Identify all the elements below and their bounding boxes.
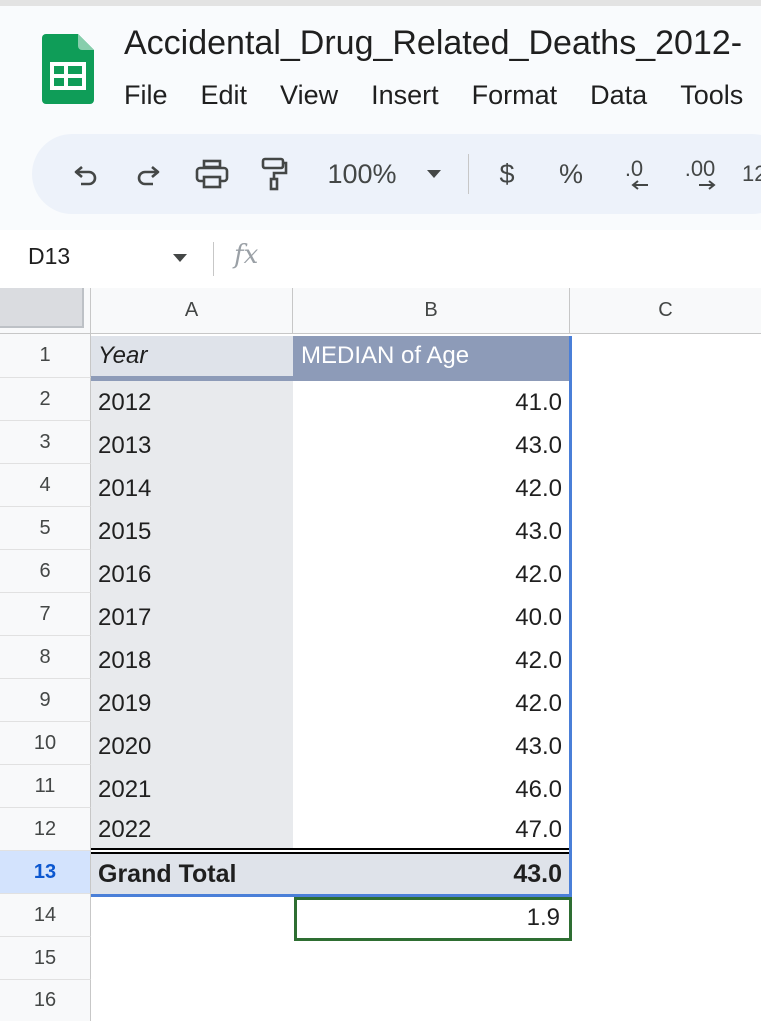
column-header-b[interactable]: B	[293, 288, 570, 334]
currency-format-button[interactable]: $	[492, 134, 522, 214]
pivot-year-cell[interactable]: 2021	[91, 768, 293, 811]
row-header-13[interactable]: 13	[0, 851, 91, 894]
pivot-median-cell[interactable]: 43.0	[293, 725, 570, 768]
row-header-15[interactable]: 15	[0, 937, 91, 980]
column-header-c[interactable]: C	[570, 288, 761, 334]
redo-icon	[137, 166, 160, 186]
menu-bar: File Edit View Insert Format Data Tools	[124, 80, 761, 112]
menu-view[interactable]: View	[280, 80, 338, 112]
total-rule-top	[91, 848, 569, 850]
column-header-a[interactable]: A	[91, 288, 293, 334]
row-header-12[interactable]: 12	[0, 808, 91, 851]
undo-button[interactable]	[66, 134, 106, 214]
fx-icon: fx	[234, 240, 259, 270]
formula-bar: D13	[0, 230, 761, 288]
arrow-left-icon	[631, 180, 648, 190]
toolbar-divider	[468, 154, 469, 194]
decrease-decimal-button[interactable]: .0	[616, 134, 652, 214]
paint-format-icon	[261, 157, 288, 191]
cell-b14[interactable]: 1.9	[294, 897, 560, 938]
pivot-median-cell[interactable]: 42.0	[293, 553, 570, 596]
pivot-median-cell[interactable]: 46.0	[293, 768, 570, 811]
sheets-logo-icon[interactable]	[42, 34, 94, 104]
row-header-9[interactable]: 9	[0, 679, 91, 722]
pivot-year-cell[interactable]: 2022	[91, 811, 293, 848]
row-header-2[interactable]: 2	[0, 378, 91, 421]
decrease-decimal-label: .0	[624, 156, 644, 181]
percent-format-button[interactable]: %	[556, 134, 586, 214]
row-header-11[interactable]: 11	[0, 765, 91, 808]
row-header-1[interactable]: 1	[0, 334, 91, 378]
more-formats-button[interactable]: 12	[742, 134, 761, 214]
pivot-year-cell[interactable]: 2018	[91, 639, 293, 682]
formula-bar-divider	[213, 242, 214, 276]
increase-decimal-button[interactable]: .00	[678, 134, 722, 214]
pivot-header-median[interactable]: MEDIAN of Age	[293, 336, 570, 381]
row-header-10[interactable]: 10	[0, 722, 91, 765]
pivot-header-year[interactable]: Year	[91, 336, 293, 381]
zoom-value: 100%	[327, 158, 397, 189]
select-all-corner[interactable]	[0, 288, 91, 334]
percent-label: %	[558, 158, 583, 189]
grand-total-label[interactable]: Grand Total	[91, 854, 293, 894]
pivot-year-cell[interactable]: 2012	[91, 381, 293, 424]
row-header-14[interactable]: 14	[0, 894, 91, 937]
toolbar: 100% $ % .0 .00 12	[32, 134, 761, 214]
pivot-median-cell[interactable]: 43.0	[293, 510, 570, 553]
corner-handle[interactable]	[0, 288, 84, 328]
zoom-dropdown-button[interactable]	[420, 134, 448, 214]
pivot-median-cell[interactable]: 47.0	[293, 811, 570, 848]
pivot-median-cell[interactable]: 42.0	[293, 639, 570, 682]
name-box-dropdown-icon[interactable]	[172, 253, 188, 263]
arrow-right-icon	[699, 180, 716, 190]
menu-file[interactable]: File	[124, 80, 168, 112]
print-button[interactable]	[190, 134, 234, 214]
menu-tools[interactable]: Tools	[680, 80, 743, 112]
menu-insert[interactable]: Insert	[371, 80, 439, 112]
pivot-year-cell[interactable]: 2014	[91, 467, 293, 510]
more-formats-label: 12	[742, 161, 761, 186]
undo-icon	[74, 166, 97, 186]
row-header-8[interactable]: 8	[0, 636, 91, 679]
row-header-16[interactable]: 16	[0, 980, 91, 1021]
grand-total-value[interactable]: 43.0	[293, 854, 570, 894]
pivot-year-cell[interactable]: 2020	[91, 725, 293, 768]
menu-data[interactable]: Data	[590, 80, 647, 112]
pivot-year-cell[interactable]: 2016	[91, 553, 293, 596]
pivot-median-cell[interactable]: 42.0	[293, 682, 570, 725]
pivot-year-cell[interactable]: 2019	[91, 682, 293, 725]
menu-format[interactable]: Format	[472, 80, 558, 112]
row-header-5[interactable]: 5	[0, 507, 91, 550]
redo-button[interactable]	[128, 134, 168, 214]
pivot-median-cell[interactable]: 41.0	[293, 381, 570, 424]
pivot-median-cell[interactable]: 42.0	[293, 467, 570, 510]
chevron-down-icon	[427, 170, 441, 178]
pivot-median-cell[interactable]: 40.0	[293, 596, 570, 639]
row-header-4[interactable]: 4	[0, 464, 91, 507]
row-header-7[interactable]: 7	[0, 593, 91, 636]
pivot-median-cell[interactable]: 43.0	[293, 424, 570, 467]
pivot-year-cell[interactable]: 2017	[91, 596, 293, 639]
name-box[interactable]: D13	[28, 243, 70, 270]
row-header-6[interactable]: 6	[0, 550, 91, 593]
pivot-year-cell[interactable]: 2015	[91, 510, 293, 553]
document-title[interactable]: Accidental_Drug_Related_Deaths_2012-	[124, 24, 742, 63]
pivot-year-cell[interactable]: 2013	[91, 424, 293, 467]
print-icon	[195, 159, 229, 189]
row-header-3[interactable]: 3	[0, 421, 91, 464]
zoom-select[interactable]: 100%	[322, 134, 402, 214]
browser-edge	[0, 0, 761, 6]
paint-format-button[interactable]	[256, 134, 292, 214]
increase-decimal-label: .00	[684, 156, 716, 181]
menu-edit[interactable]: Edit	[201, 80, 248, 112]
currency-label: $	[499, 158, 515, 189]
